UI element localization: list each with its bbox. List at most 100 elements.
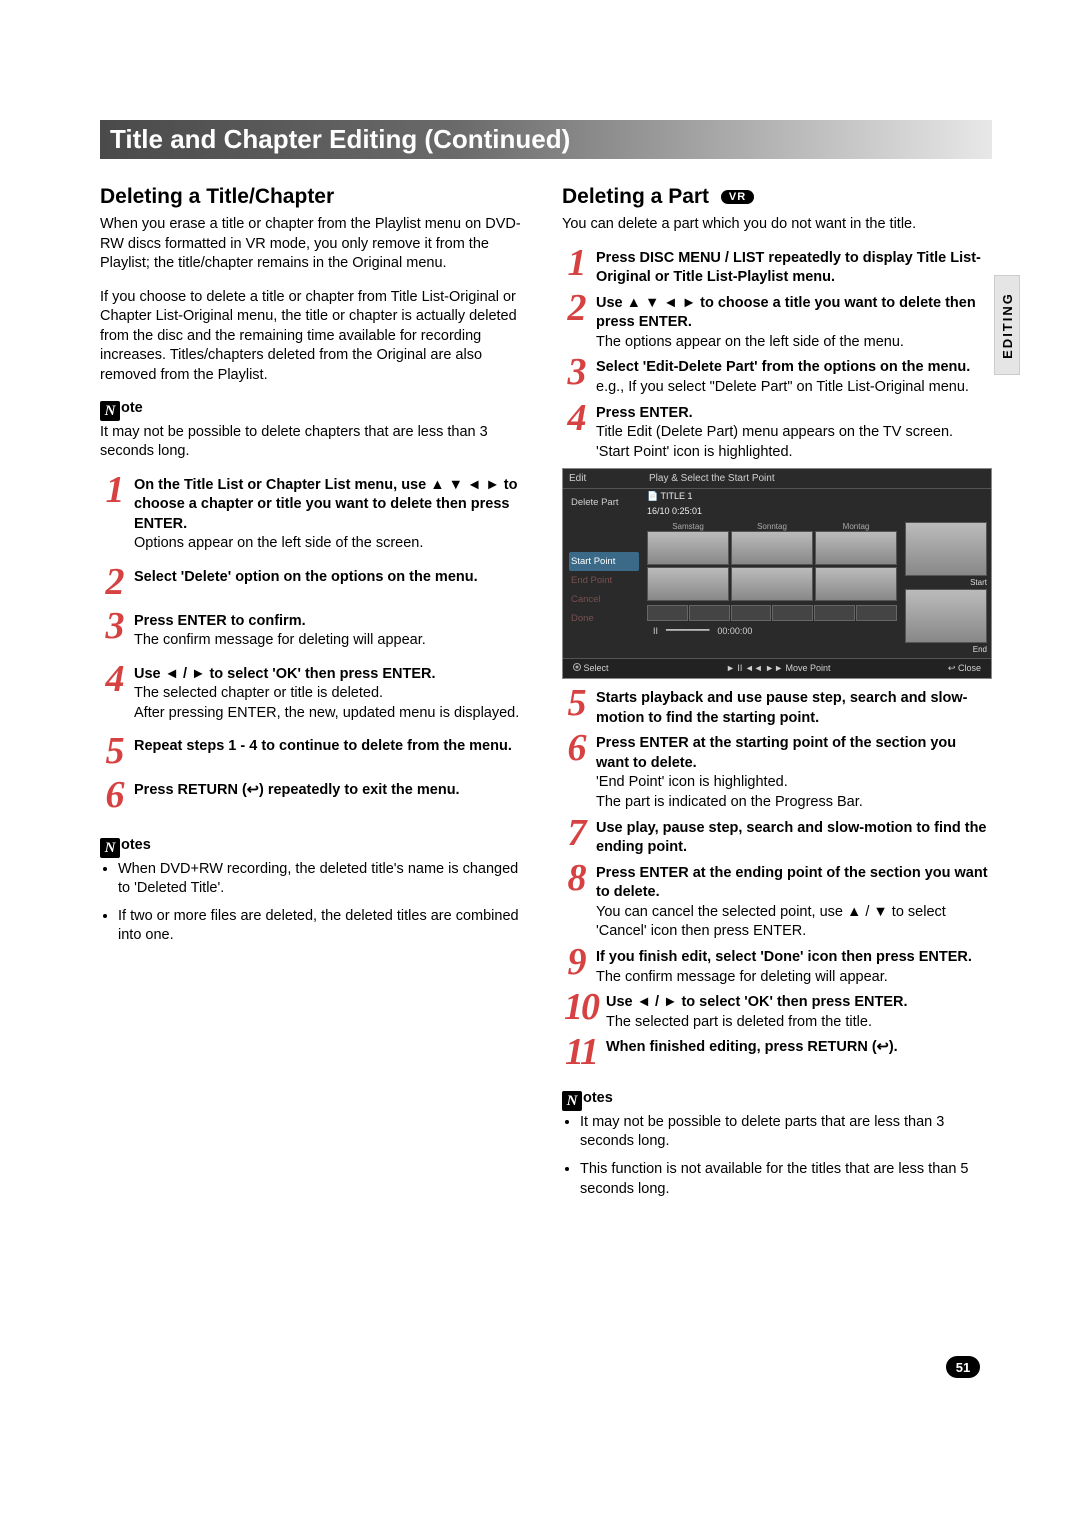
side-tab-label: EDITING xyxy=(1000,292,1015,359)
step-body: Press ENTER to confirm. The confirm mess… xyxy=(134,612,530,651)
step-text: The confirm message for deleting will ap… xyxy=(134,632,426,648)
page-number-badge: 51 xyxy=(946,1356,980,1378)
notes-list: When DVD+RW recording, the deleted title… xyxy=(118,860,530,946)
note-label: ote xyxy=(121,400,143,416)
tv-time: 00:00:00 xyxy=(717,626,752,636)
step-bold: Press ENTER. xyxy=(596,405,693,421)
step-body: Starts playback and use pause step, sear… xyxy=(596,689,992,728)
right-heading-text: Deleting a Part xyxy=(562,185,709,208)
step-body: Use ▲ ▼ ◄ ► to choose a title you want t… xyxy=(596,294,992,353)
step-1: 1 On the Title List or Chapter List menu… xyxy=(100,476,530,554)
tv-thumb-start xyxy=(905,522,987,576)
tv-bottom-select: Select xyxy=(573,663,609,674)
step-text: 'End Point' icon is highlighted. The par… xyxy=(596,774,863,810)
note-heading: Note xyxy=(100,400,530,421)
tv-main: 📄 TITLE 1 16/10 0:25:01 Samstag Sonntag xyxy=(643,489,991,658)
tv-bottom-move: ► II ◄◄ ►► Move Point xyxy=(726,663,831,674)
notes-heading: Notes xyxy=(562,1090,992,1111)
step-2: 2 Select 'Delete' option on the options … xyxy=(100,568,530,598)
note-item: When DVD+RW recording, the deleted title… xyxy=(118,860,530,899)
step-8: 8 Press ENTER at the ending point of the… xyxy=(562,864,992,942)
tv-thumb xyxy=(647,531,729,565)
step-number-icon: 5 xyxy=(100,737,128,767)
vr-badge: VR xyxy=(721,190,754,204)
select-icon xyxy=(573,663,581,671)
step-bold: Use ◄ / ► to select 'OK' then press ENTE… xyxy=(606,994,908,1010)
left-column: Deleting a Title/Chapter When you erase … xyxy=(100,185,530,1207)
step-body: Press ENTER. Title Edit (Delete Part) me… xyxy=(596,404,992,463)
step-bold: Press DISC MENU / LIST repeatedly to dis… xyxy=(596,250,981,286)
step-4: 4 Use ◄ / ► to select 'OK' then press EN… xyxy=(100,665,530,724)
right-column: Deleting a Part VR You can delete a part… xyxy=(562,185,992,1207)
tv-edit-label: Edit xyxy=(569,473,649,484)
step-body: When finished editing, press RETURN (↩). xyxy=(606,1038,992,1058)
step-10: 10 Use ◄ / ► to select 'OK' then press E… xyxy=(562,993,992,1032)
step-6: 6 Press RETURN (↩) repeatedly to exit th… xyxy=(100,781,530,811)
content-columns: Deleting a Title/Chapter When you erase … xyxy=(100,185,992,1207)
left-para-1: When you erase a title or chapter from t… xyxy=(100,215,530,274)
step-number-icon: 10 xyxy=(562,993,600,1023)
step-number-icon: 1 xyxy=(100,476,128,506)
step-number-icon: 9 xyxy=(562,948,590,978)
step-5: 5 Repeat steps 1 - 4 to continue to dele… xyxy=(100,737,530,767)
step-body: Use play, pause step, search and slow-mo… xyxy=(596,819,992,858)
step-text: The selected chapter or title is deleted… xyxy=(134,685,519,721)
step-body: Select 'Edit-Delete Part' from the optio… xyxy=(596,358,992,397)
step-bold: Select 'Edit-Delete Part' from the optio… xyxy=(596,359,970,375)
step-text: The selected part is deleted from the ti… xyxy=(606,1014,872,1030)
step-bold: Press ENTER at the ending point of the s… xyxy=(596,865,988,901)
step-body: Press ENTER at the starting point of the… xyxy=(596,734,992,812)
step-number-icon: 6 xyxy=(100,781,128,811)
tv-label-start: Start xyxy=(905,578,987,587)
notes-label: otes xyxy=(583,1090,613,1106)
left-para-2: If you choose to delete a title or chapt… xyxy=(100,288,530,386)
step-number-icon: 4 xyxy=(562,404,590,434)
tv-title-line1: 📄 TITLE 1 xyxy=(643,489,991,504)
step-bold: Use play, pause step, search and slow-mo… xyxy=(596,820,987,856)
step-number-icon: 1 xyxy=(562,249,590,279)
step-bold: Use ◄ / ► to select 'OK' then press ENTE… xyxy=(134,666,436,682)
tv-day: Sonntag xyxy=(731,522,813,531)
notes-list: It may not be possible to delete parts t… xyxy=(580,1113,992,1199)
tv-thumb xyxy=(815,567,897,601)
tv-center: Samstag Sonntag Montag xyxy=(643,518,901,658)
tv-bottom-close: ↩ Close xyxy=(948,663,981,674)
right-para-1: You can delete a part which you do not w… xyxy=(562,215,992,235)
right-heading: Deleting a Part VR xyxy=(562,185,992,209)
note-icon: N xyxy=(562,1091,582,1111)
page-header: Title and Chapter Editing (Continued) xyxy=(100,120,992,159)
step-body: Use ◄ / ► to select 'OK' then press ENTE… xyxy=(606,993,992,1032)
step-number-icon: 4 xyxy=(100,665,128,695)
note-icon: N xyxy=(100,401,120,421)
tv-side-spacer xyxy=(569,512,639,552)
note-item: If two or more files are deleted, the de… xyxy=(118,907,530,946)
step-2: 2 Use ▲ ▼ ◄ ► to choose a title you want… xyxy=(562,294,992,353)
step-5: 5 Starts playback and use pause step, se… xyxy=(562,689,992,728)
step-number-icon: 6 xyxy=(562,734,590,764)
tv-sidebar: Delete Part Start Point End Point Cancel… xyxy=(563,489,643,658)
notes-label: otes xyxy=(121,837,151,853)
step-text: e.g., If you select "Delete Part" on Tit… xyxy=(596,379,969,395)
step-number-icon: 8 xyxy=(562,864,590,894)
tv-filmstrip xyxy=(647,605,897,621)
tv-thumb-end xyxy=(905,589,987,643)
tv-thumb xyxy=(731,567,813,601)
note-item: It may not be possible to delete parts t… xyxy=(580,1113,992,1152)
step-number-icon: 7 xyxy=(562,819,590,849)
tv-day: Montag xyxy=(815,522,897,531)
tv-side-cancel: Cancel xyxy=(569,590,639,609)
step-number-icon: 2 xyxy=(100,568,128,598)
tv-bottom-bar: Select ► II ◄◄ ►► Move Point ↩ Close xyxy=(563,658,991,678)
step-body: Press DISC MENU / LIST repeatedly to dis… xyxy=(596,249,992,288)
tv-progress: II ━━━━━━━━ 00:00:00 xyxy=(647,621,897,640)
step-number-icon: 3 xyxy=(562,358,590,388)
step-bold: Repeat steps 1 - 4 to continue to delete… xyxy=(134,738,512,754)
step-number-icon: 11 xyxy=(562,1038,600,1068)
tv-label-end: End xyxy=(905,645,987,654)
step-3: 3 Select 'Edit-Delete Part' from the opt… xyxy=(562,358,992,397)
tv-side-start-point: Start Point xyxy=(569,552,639,571)
tv-title-line2: 16/10 0:25:01 xyxy=(643,504,991,518)
step-body: If you finish edit, select 'Done' icon t… xyxy=(596,948,992,987)
tv-thumb xyxy=(815,531,897,565)
step-text: You can cancel the selected point, use ▲… xyxy=(596,904,946,940)
